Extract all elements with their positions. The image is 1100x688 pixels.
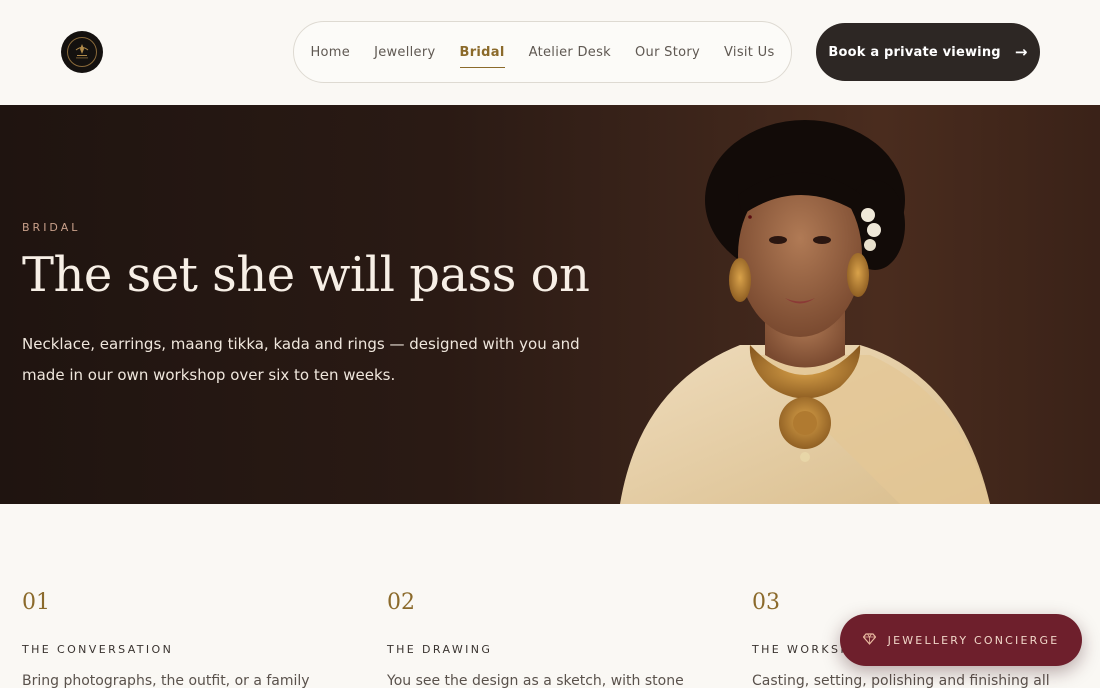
- arrow-right-icon: →: [1014, 43, 1028, 61]
- nav-home[interactable]: Home: [298, 45, 362, 60]
- nav-visit-us[interactable]: Visit Us: [712, 45, 787, 60]
- step-title: THE DRAWING: [387, 643, 493, 656]
- hero-title: The set she will pass on: [22, 247, 590, 303]
- cta-label: Book a private viewing: [828, 44, 1001, 60]
- book-private-viewing-button[interactable]: Book a private viewing →: [816, 23, 1040, 81]
- logo-emblem-icon: [67, 37, 97, 67]
- step-text: Bring photographs, the outfit, or a fami…: [22, 673, 310, 688]
- nav-atelier-desk[interactable]: Atelier Desk: [517, 45, 623, 60]
- step-text: You see the design as a sketch, with sto…: [387, 673, 684, 688]
- nav-jewellery[interactable]: Jewellery: [362, 45, 447, 60]
- site-header: Home Jewellery Bridal Atelier Desk Our S…: [0, 0, 1100, 105]
- hero-eyebrow: BRIDAL: [22, 221, 81, 234]
- nav-our-story[interactable]: Our Story: [623, 45, 712, 60]
- nav-bridal[interactable]: Bridal: [448, 45, 517, 68]
- diamond-icon: [862, 632, 876, 648]
- brand-logo[interactable]: [61, 31, 103, 73]
- hero-description: Necklace, earrings, maang tikka, kada an…: [22, 335, 580, 384]
- step-number: 03: [752, 590, 780, 615]
- step-title: THE CONVERSATION: [22, 643, 174, 656]
- main-nav: Home Jewellery Bridal Atelier Desk Our S…: [293, 21, 792, 83]
- step-number: 02: [387, 590, 415, 615]
- hero-banner: BRIDAL The set she will pass on Necklace…: [0, 105, 1100, 504]
- jewellery-concierge-button[interactable]: JEWELLERY CONCIERGE: [840, 614, 1082, 666]
- bride-portrait-image: [620, 120, 990, 504]
- step-title: THE WORKSH: [752, 643, 852, 656]
- concierge-label: JEWELLERY CONCIERGE: [887, 633, 1060, 647]
- step-number: 01: [22, 590, 50, 615]
- step-text: Casting, setting, polishing and finishin…: [752, 673, 1050, 688]
